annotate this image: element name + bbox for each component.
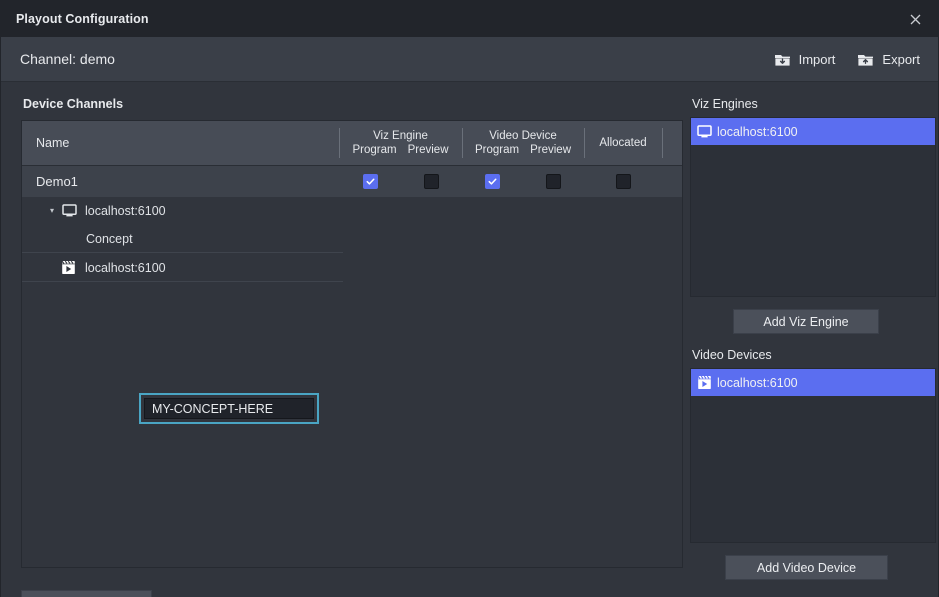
channel-row-name: Demo1 (22, 166, 339, 197)
video-preview-checkbox[interactable] (546, 174, 561, 189)
concept-input-wrapper: MY-CONCEPT-HERE (139, 393, 319, 424)
concept-label: Concept (86, 232, 133, 246)
video-devices-title: Video Devices (692, 348, 936, 362)
device-channels-table: Name Viz Engine Program Preview Vide (21, 120, 683, 568)
video-program-checkbox-cell (462, 174, 523, 189)
device-channels-panel: Device Channels Name Viz Engine Program … (21, 94, 683, 580)
window-title: Playout Configuration (16, 12, 149, 26)
video-preview-checkbox-cell (523, 174, 584, 189)
column-header-allocated[interactable]: Allocated (584, 121, 662, 165)
row-separator (22, 281, 343, 282)
viz-engine-title: Viz Engine (352, 129, 448, 143)
video-devices-list[interactable]: localhost:6100 (690, 368, 936, 543)
viz-program-checkbox-cell (339, 174, 401, 189)
playout-configuration-window: Playout Configuration Channel: demo Impo… (0, 0, 939, 597)
viz-preview-checkbox-cell (401, 174, 462, 189)
viz-program-checkbox[interactable] (363, 174, 378, 189)
channel-header: Channel: demo Import (1, 37, 938, 82)
video-preview-label: Preview (530, 143, 571, 157)
column-header-video-device[interactable]: Video Device Program Preview (462, 121, 584, 165)
tree-item-viz-engine[interactable]: ▾ localhost:6100 (22, 197, 682, 224)
import-button[interactable]: Import (774, 52, 836, 67)
column-header-viz-engine[interactable]: Viz Engine Program Preview (339, 121, 462, 165)
window-footer: New Channel (1, 580, 938, 597)
viz-engine-item-label: localhost:6100 (717, 125, 798, 139)
monitor-icon (60, 203, 78, 219)
viz-program-label: Program (352, 143, 396, 157)
tree-item-concept[interactable]: Concept (22, 224, 682, 253)
add-viz-engine-button[interactable]: Add Viz Engine (733, 309, 879, 334)
list-item[interactable]: localhost:6100 (691, 369, 935, 396)
close-icon[interactable] (892, 1, 938, 37)
add-video-device-button[interactable]: Add Video Device (725, 555, 888, 580)
video-device-title: Video Device (475, 129, 571, 143)
column-header-name[interactable]: Name (22, 121, 339, 165)
allocated-checkbox[interactable] (616, 174, 631, 189)
export-label: Export (882, 52, 920, 67)
devices-panel: Viz Engines localhost:6100 Add Viz Engin… (690, 94, 936, 580)
allocated-checkbox-cell (584, 174, 662, 189)
new-channel-button[interactable]: New Channel (21, 590, 152, 597)
folder-export-icon (857, 52, 874, 67)
table-row[interactable]: Demo1 (22, 166, 682, 197)
device-channels-title: Device Channels (23, 97, 683, 111)
channel-row-checkboxes (339, 166, 662, 197)
table-body: Demo1 (22, 166, 682, 567)
header-actions: Import Export (774, 52, 920, 67)
window-body: Device Channels Name Viz Engine Program … (1, 82, 938, 580)
folder-import-icon (774, 52, 791, 67)
export-button[interactable]: Export (857, 52, 920, 67)
table-header-row: Name Viz Engine Program Preview Vide (22, 121, 682, 166)
concept-input[interactable]: MY-CONCEPT-HERE (144, 398, 314, 419)
column-header-spacer (662, 121, 682, 165)
list-item[interactable]: localhost:6100 (691, 118, 935, 145)
monitor-icon (696, 124, 713, 140)
window-titlebar: Playout Configuration (1, 1, 938, 37)
clapperboard-icon (60, 260, 78, 276)
chevron-down-icon[interactable]: ▾ (44, 206, 60, 215)
viz-engines-title: Viz Engines (692, 97, 936, 111)
video-device-item-label: localhost:6100 (717, 376, 798, 390)
tree-item-viz-engine-label: localhost:6100 (85, 204, 166, 218)
viz-preview-checkbox[interactable] (424, 174, 439, 189)
import-label: Import (799, 52, 836, 67)
clapperboard-icon (696, 375, 713, 391)
tree-item-video-device[interactable]: localhost:6100 (22, 253, 682, 282)
viz-engines-list[interactable]: localhost:6100 (690, 117, 936, 297)
video-program-label: Program (475, 143, 519, 157)
tree-item-video-device-label: localhost:6100 (85, 261, 166, 275)
video-program-checkbox[interactable] (485, 174, 500, 189)
viz-preview-label: Preview (408, 143, 449, 157)
channel-name-label: Channel: demo (20, 51, 115, 67)
